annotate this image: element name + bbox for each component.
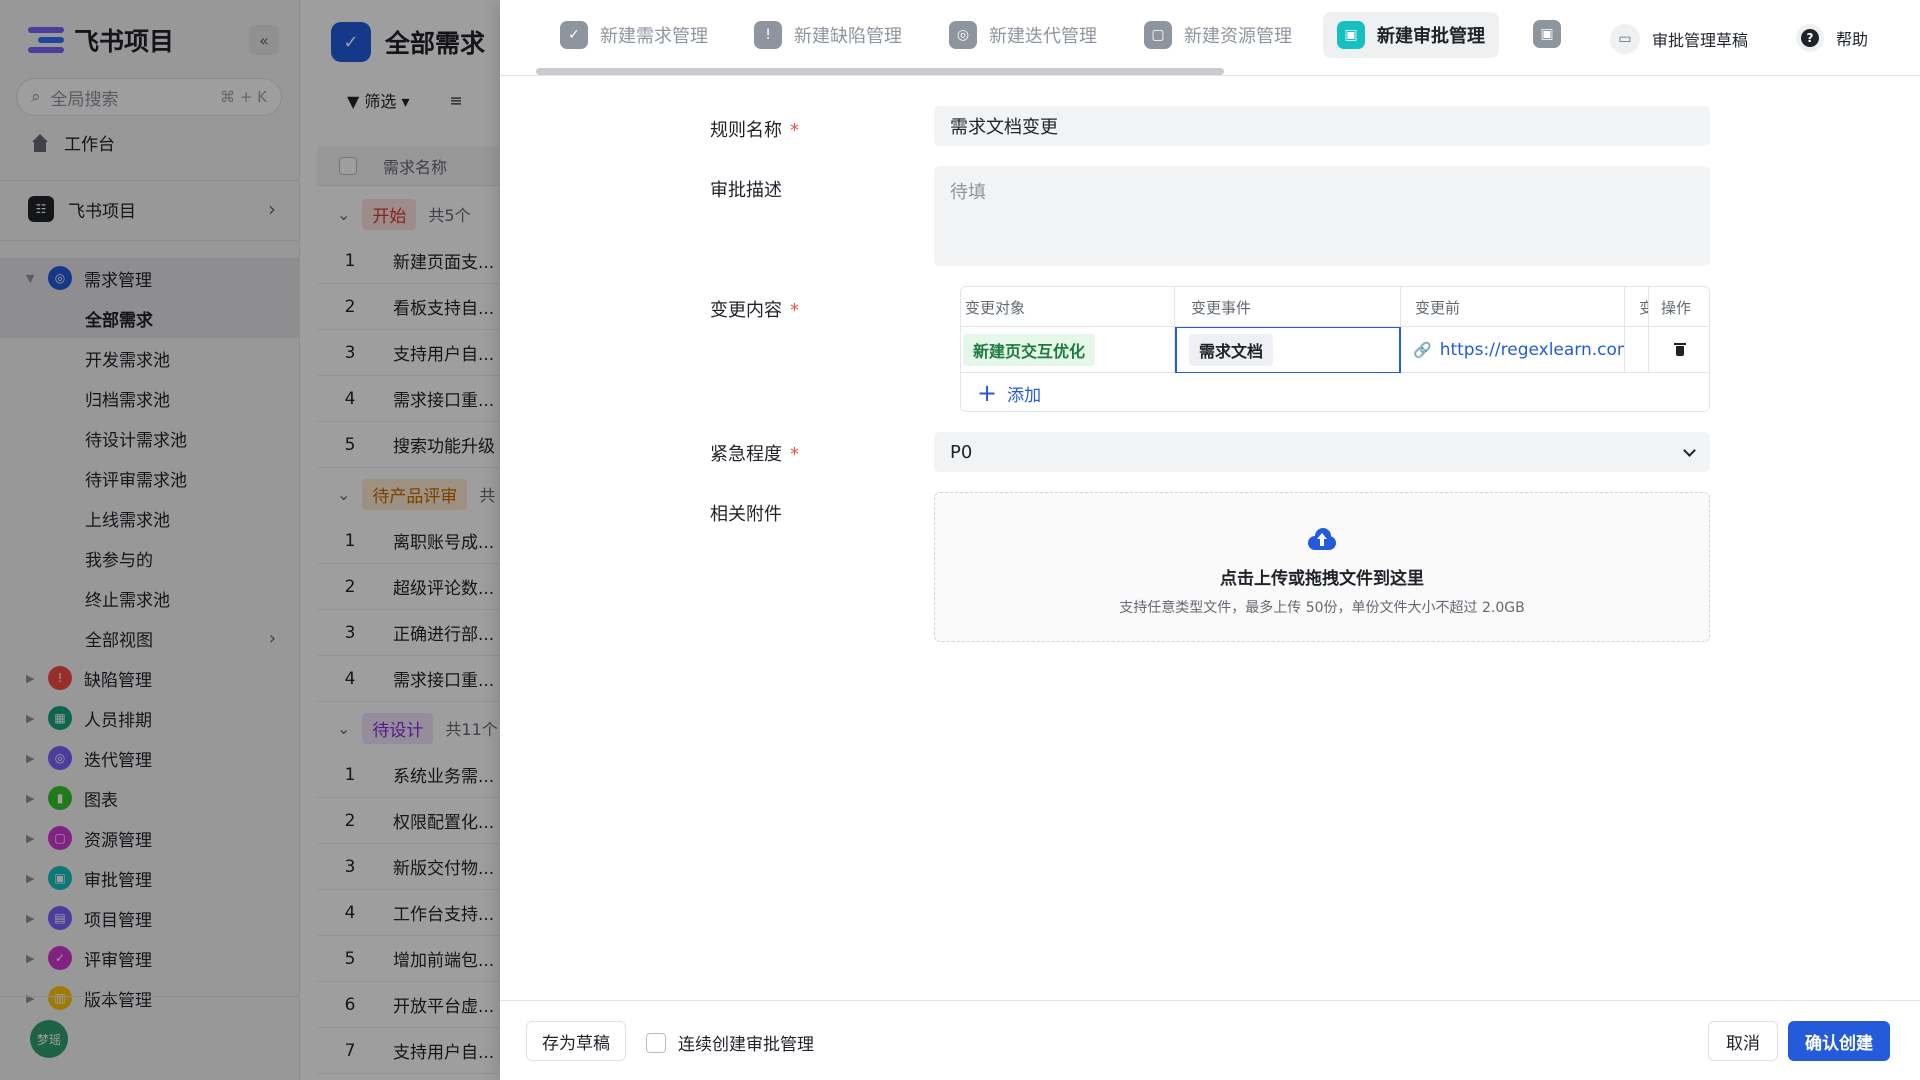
change-event-cell[interactable]: 需求文档 — [1175, 327, 1401, 373]
plus-icon: + — [977, 379, 998, 407]
tab-label: 新建审批管理 — [1377, 26, 1485, 47]
chevron-down-icon — [1683, 443, 1696, 457]
modal-overlay[interactable] — [0, 0, 500, 1080]
change-content-label: 变更内容 * — [710, 300, 799, 321]
upload-title: 点击上传或拖拽文件到这里 — [1220, 569, 1424, 589]
tab-1[interactable]: ✓ 新建需求管理 — [546, 12, 722, 58]
tab-label: 新建缺陷管理 — [794, 26, 902, 47]
add-label: 添加 — [1007, 385, 1042, 406]
tabbar-scrollbar[interactable] — [536, 68, 1224, 75]
tab-label: 新建需求管理 — [600, 26, 708, 47]
tab-icon: ✓ — [560, 21, 588, 49]
tab-icon: ◎ — [949, 21, 977, 49]
link-icon: 🔗 — [1413, 341, 1432, 359]
file-upload-dropzone[interactable]: 点击上传或拖拽文件到这里 支持任意类型文件，最多上传 50份，单份文件大小不超过… — [934, 492, 1710, 642]
urgency-label: 紧急程度 * — [710, 444, 799, 465]
tab-label: 新建资源管理 — [1184, 26, 1292, 47]
change-event-tag: 需求文档 — [1189, 334, 1274, 366]
column-header-object: 变更对象 — [961, 287, 1175, 327]
upload-hint: 支持任意类型文件，最多上传 50份，单份文件大小不超过 2.0GB — [1119, 600, 1525, 616]
rule-name-input[interactable]: 需求文档变更 — [934, 106, 1710, 146]
tab-label: 新建迭代管理 — [989, 26, 1097, 47]
help-label: 帮助 — [1836, 30, 1869, 49]
change-object-cell[interactable]: 新建页交互优化 — [961, 327, 1175, 373]
change-event-selected[interactable]: 需求文档 — [1175, 327, 1401, 373]
tab-icon: ▣ — [1337, 21, 1365, 49]
save-draft-button[interactable]: 存为草稿 — [526, 1021, 626, 1061]
change-content-table: 变更对象 变更事件 变更前 变 操作 新建页交互优化 需求文档 🔗 — [960, 286, 1710, 412]
inbox-icon: ▭ — [1610, 24, 1640, 54]
add-change-button[interactable]: + 添加 — [961, 373, 1709, 411]
create-approval-drawer: ✓ 新建需求管理! 新建缺陷管理 ◎ 新建迭代管理 ▢ 新建资源管理 ▣ 新建审批管理 ▣ ▭ … — [500, 0, 1920, 1080]
change-object-tag: 新建页交互优化 — [963, 334, 1096, 366]
urgency-select[interactable]: P0 — [934, 432, 1710, 472]
column-header-after: 变 — [1625, 287, 1649, 327]
help-link[interactable]: ? 帮助 — [1796, 24, 1868, 52]
drawer-footer: 存为草稿 连续创建审批管理 取消 确认创建 — [500, 1000, 1920, 1080]
tab-icon: ▢ — [1144, 21, 1172, 49]
description-label: 审批描述 — [710, 180, 782, 201]
change-before-link[interactable]: 🔗 https://regexlearn.com/ — [1401, 340, 1624, 360]
tab-2[interactable]: ! 新建缺陷管理 — [740, 12, 916, 58]
cloud-upload-icon — [1308, 528, 1336, 550]
create-type-tabbar: ✓ 新建需求管理! 新建缺陷管理 ◎ 新建迭代管理 ▢ 新建资源管理 ▣ 新建审批管理 ▣ ▭ … — [500, 0, 1920, 76]
delete-row-button[interactable] — [1649, 327, 1709, 373]
approval-drafts-link[interactable]: ▭ 审批管理草稿 — [1610, 24, 1748, 54]
trash-icon — [1674, 343, 1686, 357]
rule-name-label: 规则名称 * — [710, 120, 799, 141]
tab-5[interactable]: ▣ 新建审批管理 — [1323, 12, 1499, 58]
column-header-event: 变更事件 — [1175, 287, 1401, 327]
change-table-header: 变更对象 变更事件 变更前 变 操作 — [961, 287, 1709, 327]
continuous-create-label: 连续创建审批管理 — [678, 1035, 814, 1055]
change-after-cell[interactable] — [1625, 327, 1649, 373]
description-textarea[interactable]: 待填 — [934, 166, 1710, 266]
drafts-label: 审批管理草稿 — [1652, 31, 1749, 50]
continuous-create-checkbox[interactable]: 连续创建审批管理 — [646, 1030, 814, 1055]
tab-3[interactable]: ◎ 新建迭代管理 — [935, 12, 1111, 58]
column-header-before: 变更前 — [1401, 287, 1625, 327]
urgency-value: P0 — [950, 441, 973, 463]
column-header-actions: 操作 — [1661, 298, 1692, 317]
tab-4[interactable]: ▢ 新建资源管理 — [1130, 12, 1306, 58]
change-before-cell[interactable]: 🔗 https://regexlearn.com/ — [1401, 327, 1625, 373]
change-row: 新建页交互优化 需求文档 🔗 https://regexlearn.com/ — [961, 327, 1709, 373]
tab-icon: ! — [754, 21, 782, 49]
confirm-create-button[interactable]: 确认创建 — [1788, 1021, 1890, 1061]
cancel-button[interactable]: 取消 — [1708, 1021, 1778, 1061]
attachments-label: 相关附件 — [710, 504, 782, 525]
help-icon: ? — [1796, 24, 1824, 52]
checkbox[interactable] — [646, 1032, 666, 1053]
more-tabs-icon[interactable]: ▣ — [1533, 20, 1561, 48]
